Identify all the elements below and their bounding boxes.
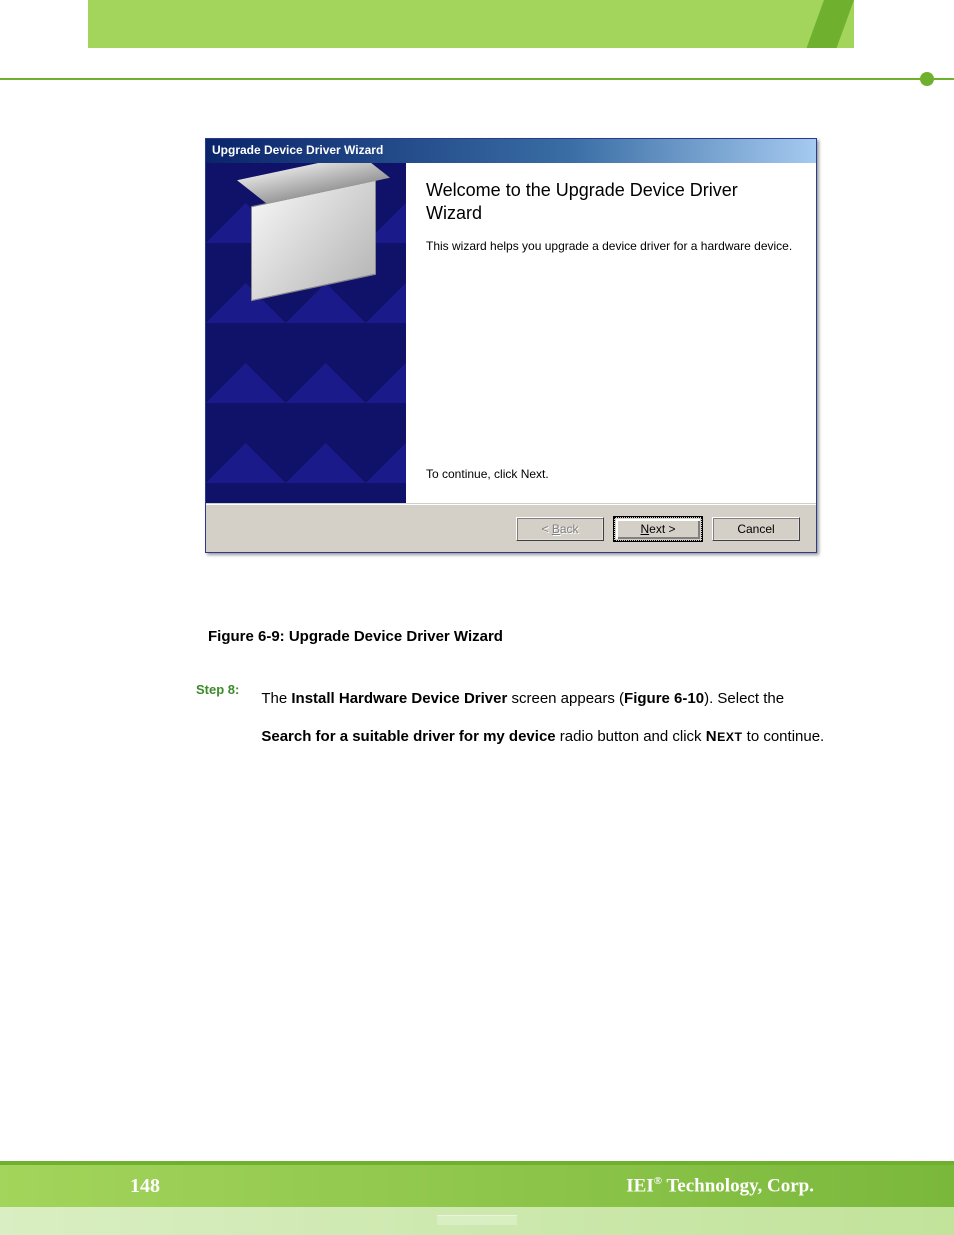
step-t2: screen appears ( [507, 690, 624, 707]
next-mnemonic: N [640, 522, 649, 536]
dialog-body: Welcome to the Upgrade Device Driver Wiz… [206, 163, 816, 504]
dialog-continue-hint: To continue, click Next. [426, 467, 796, 491]
corp-prefix: IEI [626, 1175, 653, 1196]
step-t3: ). Select the [704, 690, 784, 707]
step-instruction: Step 8: The Install Hardware Device Driv… [196, 680, 834, 755]
step-t4: radio button and click [556, 728, 706, 745]
figure-caption: Figure 6-9: Upgrade Device Driver Wizard [208, 628, 503, 645]
corp-suffix: Technology, Corp. [662, 1175, 814, 1196]
footer-notch [437, 1215, 517, 1225]
next-rest: ext > [649, 522, 675, 536]
dialog-titlebar: Upgrade Device Driver Wizard [206, 139, 816, 163]
header-notch [807, 0, 854, 48]
step-next-smallcaps: NEXT [706, 728, 743, 745]
back-button[interactable]: < Back [516, 517, 604, 541]
back-prefix: < [541, 522, 551, 536]
dialog-description: This wizard helps you upgrade a device d… [426, 238, 796, 255]
footer-corp: IEI® Technology, Corp. [626, 1175, 814, 1197]
header-rule-dot [920, 72, 934, 86]
cancel-button[interactable]: Cancel [712, 517, 800, 541]
corp-reg: ® [654, 1175, 662, 1187]
step-body: The Install Hardware Device Driver scree… [261, 680, 834, 755]
step-label: Step 8: [196, 680, 239, 755]
back-rest: ack [560, 522, 579, 536]
header-rule [0, 78, 954, 80]
sc-n: N [706, 728, 717, 745]
page-number: 148 [130, 1175, 160, 1198]
dialog-content: Welcome to the Upgrade Device Driver Wiz… [406, 163, 816, 503]
dialog-heading: Welcome to the Upgrade Device Driver Wiz… [426, 179, 796, 224]
dialog-sidebar-art [206, 163, 406, 503]
back-mnemonic: B [552, 522, 560, 536]
step-t1: The [261, 690, 291, 707]
step-t5: to continue. [743, 728, 825, 745]
step-b1: Install Hardware Device Driver [291, 690, 507, 707]
sc-ext: EXT [717, 730, 742, 744]
footer-pale-band [0, 1207, 954, 1235]
page-header-band [0, 0, 954, 48]
footer-bar: 148 IEI® Technology, Corp. [0, 1165, 954, 1207]
header-right-gap [854, 0, 954, 48]
step-b2: Figure 6-10 [624, 690, 704, 707]
step-b3: Search for a suitable driver for my devi… [261, 728, 555, 745]
wizard-dialog: Upgrade Device Driver Wizard Welcome to … [205, 138, 817, 553]
dialog-button-row: < Back Next > Cancel [206, 504, 816, 552]
next-button[interactable]: Next > [614, 517, 702, 541]
